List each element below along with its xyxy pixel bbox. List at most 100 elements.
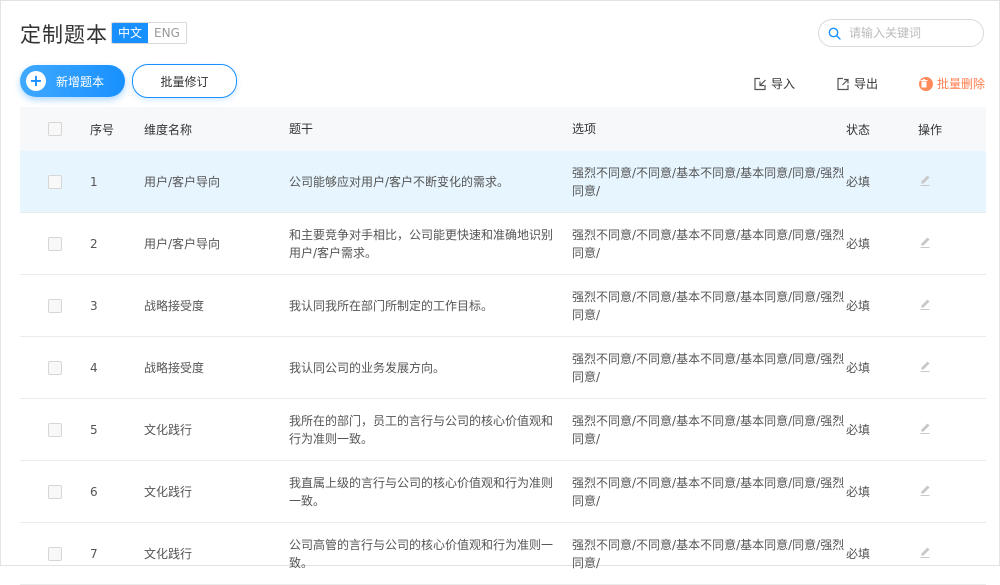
select-all-cell[interactable]	[20, 122, 90, 136]
lang-en-tab[interactable]: ENG	[148, 23, 186, 43]
row-dimension: 文化践行	[144, 485, 193, 499]
row-dimension: 战略接受度	[144, 299, 205, 313]
row-stem: 我所在的部门，员工的言行与公司的核心价值观和行为准则一致。	[289, 413, 554, 446]
row-stem: 我认同公司的业务发展方向。	[289, 360, 446, 375]
row-checkbox[interactable]	[48, 360, 62, 375]
col-header-no: 序号	[90, 122, 115, 137]
col-header-stem: 题干	[289, 122, 314, 136]
pencil-icon[interactable]	[918, 483, 932, 497]
row-number: 3	[90, 298, 98, 313]
table-row[interactable]: 6 文化践行 我直属上级的言行与公司的核心价值观和行为准则一致。 强烈不同意/不…	[20, 461, 986, 523]
pencil-icon[interactable]	[918, 545, 932, 559]
export-icon	[837, 77, 849, 90]
row-stem: 我直属上级的言行与公司的核心价值观和行为准则一致。	[289, 475, 554, 508]
row-actions	[918, 297, 978, 314]
row-checkbox[interactable]	[48, 236, 62, 251]
table-header: 序号 维度名称 题干 选项 状态 操作	[20, 107, 986, 151]
row-check-cell[interactable]	[20, 360, 90, 375]
table-row[interactable]: 5 文化践行 我所在的部门，员工的言行与公司的核心价值观和行为准则一致。 强烈不…	[20, 399, 986, 461]
col-header-dimension: 维度名称	[144, 122, 193, 137]
row-state: 必填	[846, 175, 871, 189]
row-options: 强烈不同意/不同意/基本不同意/基本同意/同意/强烈同意/	[572, 351, 845, 384]
col-header-state: 状态	[846, 122, 871, 137]
search-icon	[828, 27, 841, 40]
pencil-icon[interactable]	[918, 297, 932, 311]
row-number: 6	[90, 484, 98, 499]
add-question-button[interactable]: + 新增题本	[20, 65, 125, 97]
row-actions	[918, 235, 978, 252]
row-stem: 和主要竞争对手相比，公司能更快速和准确地识别用户/客户需求。	[289, 227, 554, 260]
row-check-cell[interactable]	[20, 174, 90, 189]
row-dimension: 文化践行	[144, 423, 193, 437]
search-box[interactable]	[818, 19, 984, 47]
row-actions	[918, 483, 978, 500]
table-row[interactable]: 3 战略接受度 我认同我所在部门所制定的工作目标。 强烈不同意/不同意/基本不同…	[20, 275, 986, 337]
row-options: 强烈不同意/不同意/基本不同意/基本同意/同意/强烈同意/	[572, 413, 845, 446]
row-state: 必填	[846, 547, 871, 561]
col-header-actions: 操作	[918, 122, 943, 137]
row-check-cell[interactable]	[20, 422, 90, 437]
row-check-cell[interactable]	[20, 236, 90, 251]
row-dimension: 战略接受度	[144, 361, 205, 375]
row-number: 5	[90, 422, 98, 437]
row-checkbox[interactable]	[48, 546, 62, 561]
language-switch[interactable]: 中文 ENG	[111, 22, 187, 44]
row-check-cell[interactable]	[20, 484, 90, 499]
row-number: 2	[90, 236, 98, 251]
row-options: 强烈不同意/不同意/基本不同意/基本同意/同意/强烈同意/	[572, 289, 845, 322]
table-row[interactable]: 1 用户/客户导向 公司能够应对用户/客户不断变化的需求。 强烈不同意/不同意/…	[20, 151, 986, 213]
import-label: 导入	[771, 77, 796, 91]
row-actions	[918, 421, 978, 438]
row-stem: 公司能够应对用户/客户不断变化的需求。	[289, 174, 510, 189]
batch-delete-label: 批量删除	[937, 77, 986, 91]
row-stem: 公司高管的言行与公司的核心价值观和行为准则一致。	[289, 537, 554, 570]
row-check-cell[interactable]	[20, 546, 90, 561]
pencil-icon[interactable]	[918, 359, 932, 373]
row-actions	[918, 359, 978, 376]
row-state: 必填	[846, 485, 871, 499]
row-number: 7	[90, 546, 98, 561]
row-checkbox[interactable]	[48, 484, 62, 499]
row-options: 强烈不同意/不同意/基本不同意/基本同意/同意/强烈同意/	[572, 165, 845, 198]
row-actions	[918, 173, 978, 190]
export-button[interactable]: 导出	[836, 75, 878, 92]
trash-icon	[919, 76, 933, 91]
row-options: 强烈不同意/不同意/基本不同意/基本同意/同意/强烈同意/	[572, 475, 845, 508]
import-icon	[754, 77, 766, 90]
row-dimension: 文化践行	[144, 547, 193, 561]
import-button[interactable]: 导入	[753, 75, 795, 92]
batch-revise-button[interactable]: 批量修订	[132, 64, 237, 98]
select-all-checkbox[interactable]	[48, 122, 62, 136]
row-number: 4	[90, 360, 98, 375]
question-table: 序号 维度名称 题干 选项 状态 操作 1 用户/客户导向 公司能够应对用户/客…	[20, 107, 986, 585]
row-stem: 我认同我所在部门所制定的工作目标。	[289, 298, 494, 313]
pencil-icon[interactable]	[918, 421, 932, 435]
lang-zh-tab[interactable]: 中文	[112, 23, 149, 43]
table-row[interactable]: 2 用户/客户导向 和主要竞争对手相比，公司能更快速和准确地识别用户/客户需求。…	[20, 213, 986, 275]
row-checkbox[interactable]	[48, 174, 62, 189]
row-checkbox[interactable]	[48, 422, 62, 437]
row-options: 强烈不同意/不同意/基本不同意/基本同意/同意/强烈同意/	[572, 537, 845, 570]
page-title: 定制题本	[20, 23, 108, 47]
row-state: 必填	[846, 299, 871, 313]
export-label: 导出	[854, 77, 879, 91]
row-check-cell[interactable]	[20, 298, 90, 313]
row-dimension: 用户/客户导向	[144, 175, 221, 189]
row-state: 必填	[846, 237, 871, 251]
row-options: 强烈不同意/不同意/基本不同意/基本同意/同意/强烈同意/	[572, 227, 845, 260]
row-dimension: 用户/客户导向	[144, 237, 221, 251]
plus-icon: +	[26, 71, 46, 91]
add-question-label: 新增题本	[56, 74, 105, 89]
row-state: 必填	[846, 423, 871, 437]
pencil-icon[interactable]	[918, 235, 932, 249]
table-row[interactable]: 7 文化践行 公司高管的言行与公司的核心价值观和行为准则一致。 强烈不同意/不同…	[20, 523, 986, 585]
batch-delete-button[interactable]: 批量删除	[919, 75, 985, 92]
col-header-options: 选项	[572, 122, 597, 136]
pencil-icon[interactable]	[918, 173, 932, 187]
row-state: 必填	[846, 361, 871, 375]
table-row[interactable]: 4 战略接受度 我认同公司的业务发展方向。 强烈不同意/不同意/基本不同意/基本…	[20, 337, 986, 399]
row-checkbox[interactable]	[48, 298, 62, 313]
row-number: 1	[90, 174, 98, 189]
row-actions	[918, 545, 978, 562]
search-input[interactable]	[847, 25, 971, 41]
